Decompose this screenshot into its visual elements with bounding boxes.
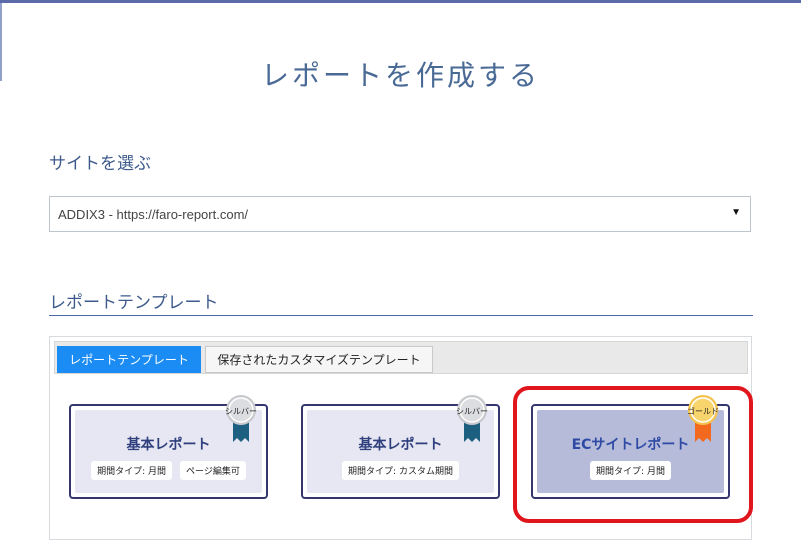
triangle-down-icon[interactable]: ▼: [731, 207, 741, 218]
tab-saved-custom-templates[interactable]: 保存されたカスタマイズテンプレート: [205, 346, 433, 373]
template-tab-bar: レポートテンプレート 保存されたカスタマイズテンプレート: [54, 341, 748, 374]
badge-label: シルバー: [456, 407, 488, 416]
template-heading-divider: [49, 315, 753, 316]
template-card-tags: 期間タイプ: カスタム期間: [307, 461, 494, 480]
top-border: [0, 0, 801, 3]
template-section-heading: レポートテンプレート: [49, 293, 219, 313]
page-title: レポートを作成する: [260, 59, 540, 92]
tab-report-templates[interactable]: レポートテンプレート: [57, 346, 201, 373]
selected-template-highlight: [513, 386, 753, 523]
site-section-heading: サイトを選ぶ: [49, 154, 151, 174]
silver-badge-icon: シルバー: [221, 392, 261, 444]
silver-badge-icon: シルバー: [452, 392, 492, 444]
period-type-tag: 期間タイプ: 月間: [91, 461, 173, 480]
site-select[interactable]: ADDIX3 - https://faro-report.com/ ▼: [49, 196, 751, 232]
site-select-value: ADDIX3 - https://faro-report.com/: [58, 206, 249, 222]
period-type-tag: 期間タイプ: カスタム期間: [342, 461, 459, 480]
badge-label: シルバー: [225, 407, 257, 416]
template-card-tags: 期間タイプ: 月間 ページ編集可: [75, 461, 262, 480]
page-editable-tag: ページ編集可: [180, 461, 246, 480]
